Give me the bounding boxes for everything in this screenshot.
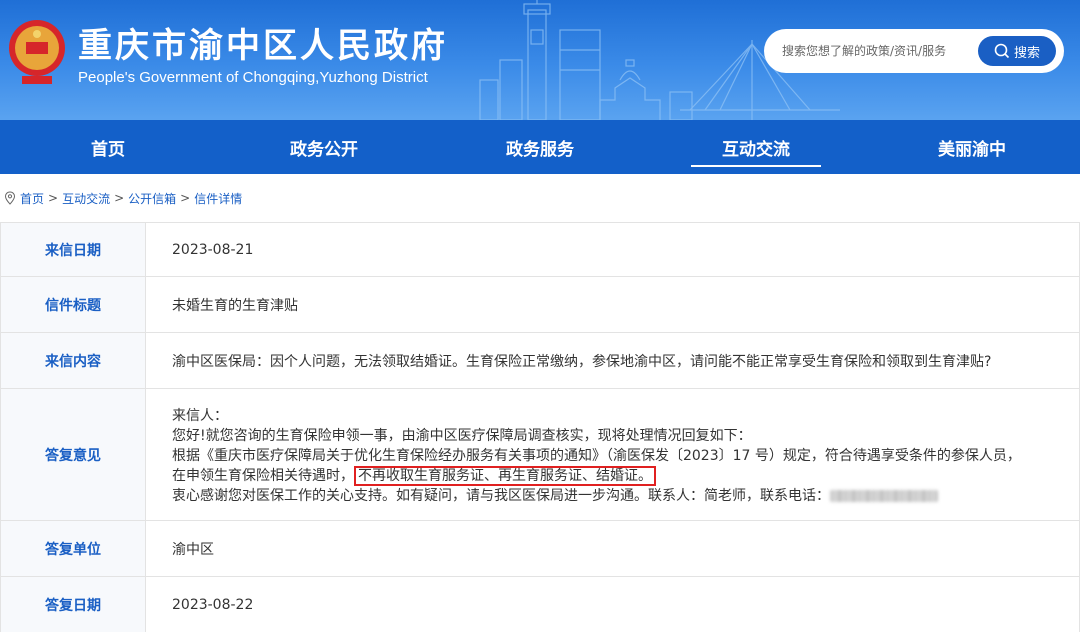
nav-item-government-services[interactable]: 政务服务	[432, 120, 648, 174]
reply-content: 来信人： 您好!就您咨询的生育保险申领一事，由渝中区医疗保障局调查核实，现将处理…	[145, 388, 1080, 521]
nav-item-home[interactable]: 首页	[0, 120, 216, 174]
table-row: 答复意见 来信人： 您好!就您咨询的生育保险申领一事，由渝中区医疗保障局调查核实…	[0, 388, 1080, 521]
site-subtitle: People's Government of Chongqing,Yuzhong…	[78, 69, 428, 86]
highlighted-policy-text: 不再收取生育服务证、再生育服务证、结婚证。	[354, 465, 656, 486]
letter-date-label: 来信日期	[0, 222, 146, 277]
reply-closing: 衷心感谢您对医保工作的关心支持。如有疑问，请与我区医保局进一步沟通。联系人：简老…	[172, 486, 1079, 506]
reply-salutation: 来信人：	[172, 407, 228, 424]
letter-content-label: 来信内容	[0, 332, 146, 389]
table-row: 信件标题 未婚生育的生育津贴	[0, 276, 1080, 333]
reply-text-block: 来信人： 您好!就您咨询的生育保险申领一事，由渝中区医疗保障局调查核实，现将处理…	[172, 404, 1079, 506]
location-pin-icon	[4, 191, 16, 205]
letter-title-value: 未婚生育的生育津贴	[145, 276, 1080, 333]
search-icon	[994, 43, 1010, 59]
table-row: 答复日期 2023-08-22	[0, 576, 1080, 632]
site-header: 重庆市渝中区人民政府 People's Government of Chongq…	[0, 0, 1080, 120]
letter-detail-table: 来信日期 2023-08-21 信件标题 未婚生育的生育津贴 来信内容 渝中区医…	[0, 222, 1080, 632]
blurred-phone-number	[830, 489, 938, 502]
reply-intro: 您好!就您咨询的生育保险申领一事，由渝中区医疗保障局调查核实，现将处理情况回复如…	[172, 427, 752, 444]
breadcrumb-separator: >	[180, 191, 191, 205]
letter-date-value: 2023-08-21	[145, 222, 1080, 277]
reply-unit-label: 答复单位	[0, 520, 146, 577]
table-row: 答复单位 渝中区	[0, 520, 1080, 577]
letter-content-value: 渝中区医保局：因个人问题，无法领取结婚证。生育保险正常缴纳，参保地渝中区，请问能…	[145, 332, 1080, 389]
table-row: 来信内容 渝中区医保局：因个人问题，无法领取结婚证。生育保险正常缴纳，参保地渝中…	[0, 332, 1080, 389]
letter-title-label: 信件标题	[0, 276, 146, 333]
nav-item-beautiful-yuzhong[interactable]: 美丽渝中	[864, 120, 1080, 174]
national-emblem-icon	[9, 20, 65, 84]
reply-date-label: 答复日期	[0, 576, 146, 632]
breadcrumb-separator: >	[114, 191, 125, 205]
reply-date-value: 2023-08-22	[145, 576, 1080, 632]
reply-policy-prefix: 在申领生育保险相关待遇时，	[172, 467, 354, 484]
site-title[interactable]: 重庆市渝中区人民政府	[78, 18, 448, 67]
reply-label: 答复意见	[0, 388, 146, 521]
nav-item-interaction[interactable]: 互动交流	[648, 120, 864, 174]
search-button-label: 搜索	[1013, 45, 1040, 61]
main-nav: 首页 政务公开 政务服务 互动交流 美丽渝中	[0, 120, 1080, 174]
table-row: 来信日期 2023-08-21	[0, 222, 1080, 277]
breadcrumb-home[interactable]: 首页	[20, 190, 44, 207]
nav-item-government-affairs[interactable]: 政务公开	[216, 120, 432, 174]
reply-closing-text: 衷心感谢您对医保工作的关心支持。如有疑问，请与我区医保局进一步沟通。联系人：简老…	[172, 487, 830, 504]
search-box: 搜索	[764, 29, 1064, 73]
reply-unit-value: 渝中区	[145, 520, 1080, 577]
breadcrumb-mailbox[interactable]: 公开信箱	[128, 190, 176, 207]
search-input[interactable]	[782, 29, 987, 73]
search-button[interactable]: 搜索	[978, 36, 1056, 66]
reply-policy-basis: 根据《重庆市医疗保障局关于优化生育保险经办服务有关事项的通知》（渝医保发〔202…	[172, 447, 1021, 464]
breadcrumb-letter-detail[interactable]: 信件详情	[194, 190, 242, 207]
breadcrumb-separator: >	[48, 191, 59, 205]
breadcrumb-interaction[interactable]: 互动交流	[62, 190, 110, 207]
reply-policy-detail: 在申领生育保险相关待遇时， 不再收取生育服务证、再生育服务证、结婚证。	[172, 465, 1079, 486]
breadcrumb: 首页 > 互动交流 > 公开信箱 > 信件详情	[4, 189, 242, 207]
